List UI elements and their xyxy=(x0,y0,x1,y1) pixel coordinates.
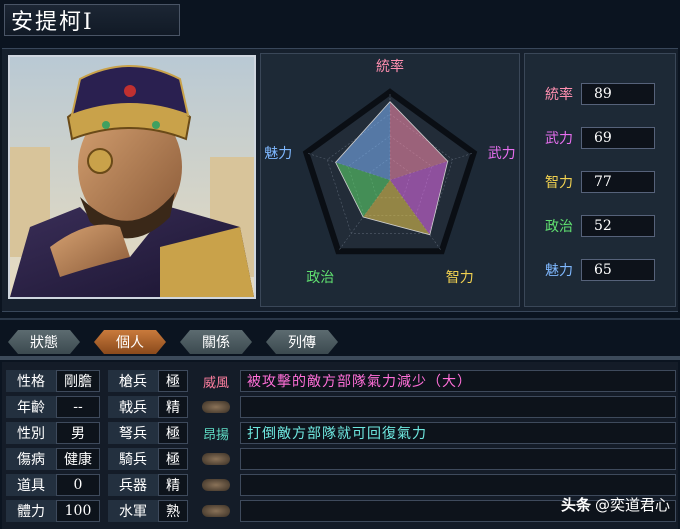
radar-svg: 統率武力智力 政治 魅力 xyxy=(264,58,516,286)
skill-name-1[interactable]: 威風 xyxy=(196,370,236,392)
info-value-stamina: 100 xyxy=(56,500,100,522)
radar-axis-label-1: 統率 xyxy=(376,58,404,75)
info-label-gender: 性別 xyxy=(6,422,56,444)
aptitude-value-cavalry: 極 xyxy=(158,448,188,470)
skill-empty-slot-icon xyxy=(202,453,230,465)
stat-label: 武力 xyxy=(545,131,573,147)
info-value-age: -- xyxy=(56,396,100,418)
radar-axis-label-2: 武力 xyxy=(488,146,516,162)
aptitude-label-siege: 兵器 xyxy=(108,474,158,496)
aptitude-label-halberd: 戟兵 xyxy=(108,396,158,418)
aptitude-value-halberd: 精 xyxy=(158,396,188,418)
stat-row-politics: 政治 52 xyxy=(533,214,655,238)
stat-row-war: 武力 69 xyxy=(533,126,655,150)
tab-biography[interactable]: 列傳 xyxy=(266,330,338,354)
general-portrait xyxy=(8,55,256,299)
aptitude-label-spear: 槍兵 xyxy=(108,370,158,392)
stat-label: 統率 xyxy=(545,87,573,103)
info-value-items: 0 xyxy=(56,474,100,496)
info-label-items: 道具 xyxy=(6,474,56,496)
tab-relations[interactable]: 關係 xyxy=(180,330,252,354)
overview-panel: 統率 武力 智力 政治 魅力 統率 89 武力 69 智力 77 政治 52 魅力 65 xyxy=(2,48,678,312)
skill-desc-2 xyxy=(240,396,676,418)
stat-row-charm: 魅力 65 xyxy=(533,258,655,282)
radar-axis-label-4: 政治 xyxy=(306,270,334,286)
aptitude-value-crossbow: 極 xyxy=(158,422,188,444)
info-value-gender: 男 xyxy=(56,422,100,444)
ability-stats-panel: 統率 89 武力 69 智力 77 政治 52 魅力 65 xyxy=(524,53,676,307)
aptitude-value-spear: 極 xyxy=(158,370,188,392)
aptitude-value-siege: 精 xyxy=(158,474,188,496)
info-label-personality: 性格 xyxy=(6,370,56,392)
info-value-personality: 剛膽 xyxy=(56,370,100,392)
info-label-health: 傷病 xyxy=(6,448,56,470)
stat-label: 魅力 xyxy=(545,263,573,279)
radar-axis-label-5: 魅力 xyxy=(264,146,292,162)
info-value-health: 健康 xyxy=(56,448,100,470)
stat-value: 77 xyxy=(581,171,655,193)
skill-name-3[interactable]: 昂揚 xyxy=(196,422,236,444)
stat-label: 政治 xyxy=(545,219,573,235)
watermark-brand: 头条 xyxy=(560,496,591,514)
ability-radar-chart: 統率武力智力 政治 魅力 xyxy=(260,53,520,307)
aptitude-label-navy: 水軍 xyxy=(108,500,158,522)
stat-value: 69 xyxy=(581,127,655,149)
skill-empty-slot-icon xyxy=(202,479,230,491)
aptitude-label-cavalry: 騎兵 xyxy=(108,448,158,470)
skill-desc-5 xyxy=(240,474,676,496)
skill-empty-slot-icon xyxy=(202,505,230,517)
tab-underline xyxy=(0,356,680,360)
skill-empty-slot-icon xyxy=(202,401,230,413)
aptitude-value-navy: 熟 xyxy=(158,500,188,522)
section-divider xyxy=(0,318,680,320)
stat-row-intelligence: 智力 77 xyxy=(533,170,655,194)
radar-axis-label-3: 智力 xyxy=(446,270,474,286)
watermark: 头条 @奕道君心 xyxy=(561,494,670,515)
skill-desc-3: 打倒敵方部隊就可回復氣力 xyxy=(240,422,676,444)
tab-personal[interactable]: 個人 xyxy=(94,330,166,354)
skill-desc-4 xyxy=(240,448,676,470)
info-label-stamina: 體力 xyxy=(6,500,56,522)
aptitude-label-crossbow: 弩兵 xyxy=(108,422,158,444)
general-name-title: 安提柯Ⅰ xyxy=(4,4,180,36)
stat-row-leadership: 統率 89 xyxy=(533,82,655,106)
info-label-age: 年齡 xyxy=(6,396,56,418)
stat-value: 89 xyxy=(581,83,655,105)
stat-value: 52 xyxy=(581,215,655,237)
tab-status[interactable]: 狀態 xyxy=(8,330,80,354)
portrait-image xyxy=(10,57,254,297)
watermark-account: @奕道君心 xyxy=(594,496,670,514)
stat-label: 智力 xyxy=(545,175,573,191)
stat-value: 65 xyxy=(581,259,655,281)
skill-desc-1: 被攻擊的敵方部隊氣力減少（大） xyxy=(240,370,676,392)
